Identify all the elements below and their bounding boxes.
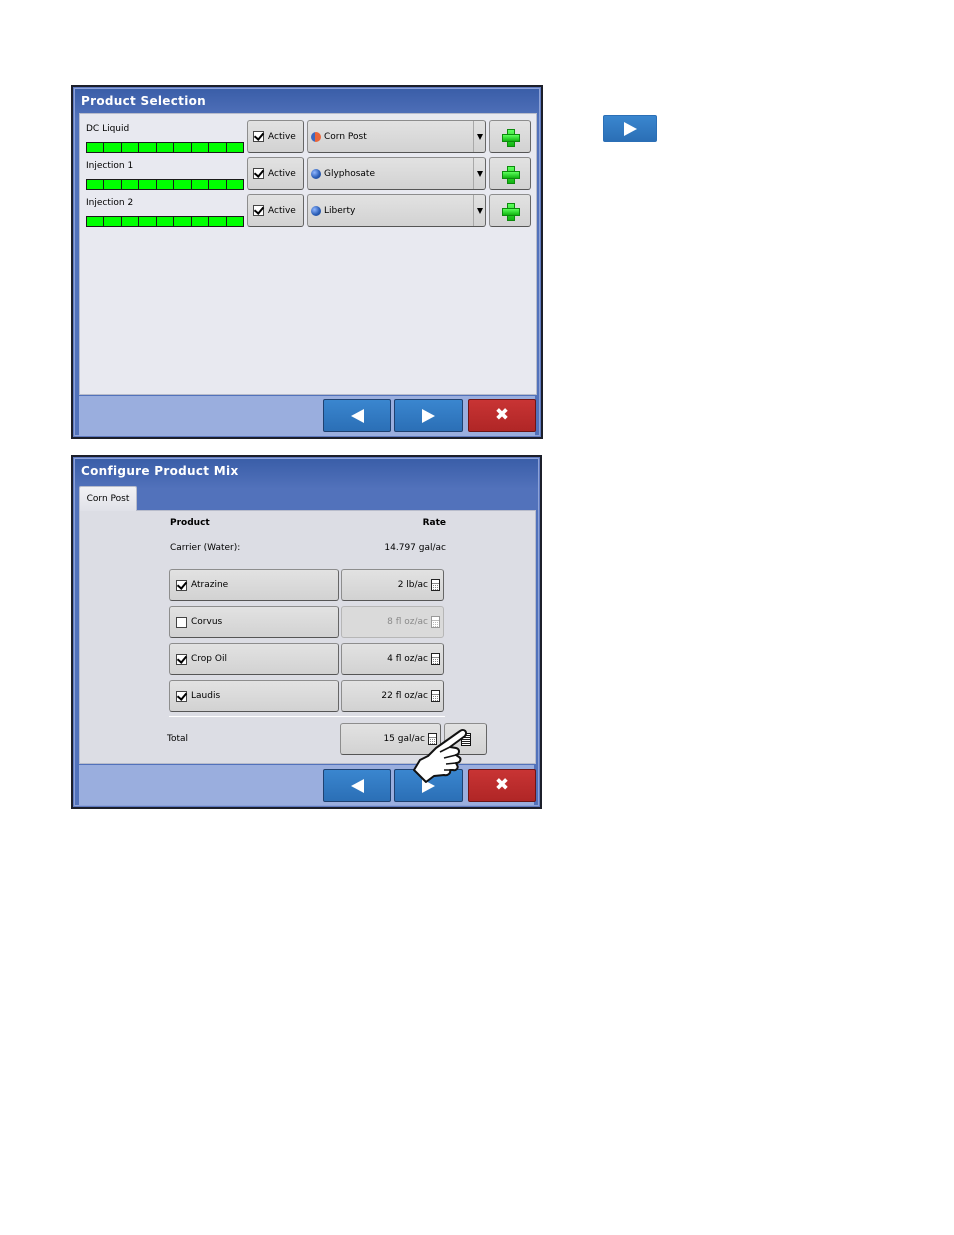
active-label: Active bbox=[268, 131, 296, 142]
product-icon bbox=[311, 205, 321, 216]
active-toggle[interactable]: Active bbox=[247, 157, 304, 190]
cancel-button[interactable]: ✖ bbox=[468, 769, 536, 802]
total-label: Total bbox=[167, 734, 189, 744]
carrier-rate: 14.797 gal/ac bbox=[384, 543, 446, 553]
calculator-icon bbox=[431, 616, 440, 628]
channel-name: DC Liquid bbox=[86, 124, 130, 134]
product-toggle-corvus[interactable]: Corvus bbox=[169, 606, 339, 638]
product-name: Crop Oil bbox=[191, 654, 227, 664]
plus-icon bbox=[502, 165, 520, 184]
product-name: Atrazine bbox=[191, 580, 229, 590]
active-checkbox[interactable] bbox=[253, 131, 264, 142]
rate-value: 4 fl oz/ac bbox=[387, 654, 428, 664]
active-label: Active bbox=[268, 205, 296, 216]
channel-section-bar bbox=[86, 216, 244, 227]
rate-value: 22 fl oz/ac bbox=[381, 691, 428, 701]
next-button[interactable] bbox=[394, 399, 463, 432]
tab-corn-post[interactable]: Corn Post bbox=[79, 486, 137, 511]
dropdown-arrow-icon bbox=[473, 158, 485, 189]
active-checkbox[interactable] bbox=[253, 168, 264, 179]
product-name: Liberty bbox=[324, 205, 356, 216]
product-name: Corvus bbox=[191, 617, 223, 627]
rate-value: 2 lb/ac bbox=[397, 580, 428, 590]
product-selection-window: Product Selection DC Liquid Active Corn … bbox=[71, 85, 543, 439]
product-checkbox[interactable] bbox=[176, 616, 187, 628]
channel-name: Injection 1 bbox=[86, 161, 134, 171]
rate-field-crop-oil[interactable]: 4 fl oz/ac bbox=[341, 643, 444, 675]
close-icon: ✖ bbox=[494, 405, 510, 425]
plus-icon bbox=[502, 202, 520, 221]
product-icon bbox=[311, 168, 321, 179]
rate-field-atrazine[interactable]: 2 lb/ac bbox=[341, 569, 444, 601]
rate-column-header: Rate bbox=[422, 518, 446, 528]
back-button[interactable] bbox=[323, 769, 391, 802]
channel-section-bar bbox=[86, 142, 244, 153]
product-name: Laudis bbox=[191, 691, 221, 701]
product-toggle-laudis[interactable]: Laudis bbox=[169, 680, 339, 712]
channel-section-bar bbox=[86, 179, 244, 190]
product-selection-content: DC Liquid Active Corn Post Injection 1 A… bbox=[79, 113, 537, 395]
active-label: Active bbox=[268, 168, 296, 179]
window-title: Product Selection bbox=[81, 94, 207, 108]
product-name: Glyphosate bbox=[324, 168, 375, 179]
product-toggle-atrazine[interactable]: Atrazine bbox=[169, 569, 339, 601]
calculator-icon bbox=[431, 690, 440, 702]
product-checkbox[interactable] bbox=[176, 690, 187, 702]
back-button[interactable] bbox=[323, 399, 391, 432]
dropdown-arrow-icon bbox=[473, 195, 485, 226]
active-toggle[interactable]: Active bbox=[247, 194, 304, 227]
active-toggle[interactable]: Active bbox=[247, 120, 304, 153]
product-checkbox[interactable] bbox=[176, 653, 187, 665]
cancel-button[interactable]: ✖ bbox=[468, 399, 536, 432]
tab-label: Corn Post bbox=[86, 494, 130, 504]
add-product-button[interactable] bbox=[489, 120, 531, 153]
mix-product-icon bbox=[311, 131, 321, 142]
arrow-right-icon bbox=[623, 121, 637, 136]
active-checkbox[interactable] bbox=[253, 205, 264, 216]
hand-pointer-icon bbox=[413, 728, 468, 783]
rate-value: 8 fl oz/ac bbox=[387, 617, 428, 627]
window-title: Configure Product Mix bbox=[81, 464, 239, 478]
arrow-left-icon bbox=[350, 408, 364, 423]
arrow-right-icon bbox=[422, 408, 435, 423]
close-icon: ✖ bbox=[494, 775, 510, 795]
dropdown-arrow-icon bbox=[473, 121, 485, 152]
add-product-button[interactable] bbox=[489, 194, 531, 227]
carrier-label: Carrier (Water): bbox=[170, 543, 241, 553]
product-checkbox[interactable] bbox=[176, 579, 187, 591]
product-toggle-crop-oil[interactable]: Crop Oil bbox=[169, 643, 339, 675]
product-dropdown[interactable]: Glyphosate bbox=[307, 157, 486, 190]
rate-field-laudis[interactable]: 22 fl oz/ac bbox=[341, 680, 444, 712]
calculator-icon bbox=[431, 579, 440, 591]
product-name: Corn Post bbox=[324, 131, 367, 142]
product-column-header: Product bbox=[170, 518, 210, 528]
add-product-button[interactable] bbox=[489, 157, 531, 190]
window-footer: ✖ bbox=[79, 396, 536, 436]
channel-name: Injection 2 bbox=[86, 198, 134, 208]
next-button-reference[interactable] bbox=[603, 115, 657, 142]
rate-field-corvus[interactable]: 8 fl oz/ac bbox=[341, 606, 444, 638]
product-dropdown[interactable]: Corn Post bbox=[307, 120, 486, 153]
product-dropdown[interactable]: Liberty bbox=[307, 194, 486, 227]
plus-icon bbox=[502, 128, 520, 147]
arrow-left-icon bbox=[350, 778, 364, 793]
calculator-icon bbox=[431, 653, 440, 665]
divider bbox=[169, 716, 445, 717]
